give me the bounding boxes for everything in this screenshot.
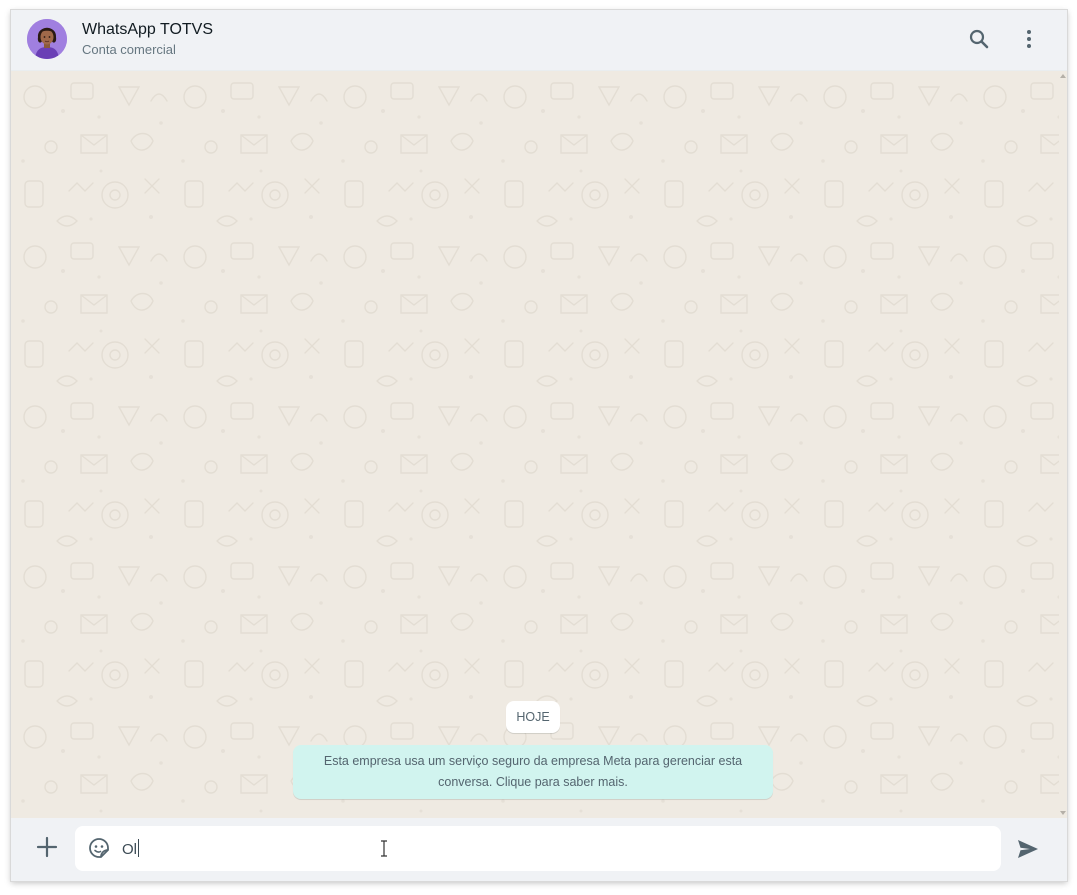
mouse-ibeam-cursor-icon (381, 840, 387, 857)
menu-dots-icon[interactable] (1017, 27, 1041, 51)
message-composer: Ol (11, 818, 1067, 881)
contact-status: Conta comercial (82, 42, 176, 57)
sticker-icon[interactable] (87, 836, 111, 860)
conversation-panel[interactable]: HOJE Esta empresa usa um serviço seguro … (11, 71, 1067, 818)
send-icon[interactable] (1016, 837, 1040, 861)
message-input-box[interactable]: Ol (75, 826, 1001, 871)
message-input-field[interactable]: Ol (122, 839, 139, 858)
text-caret (138, 839, 139, 857)
attach-plus-icon[interactable] (35, 835, 59, 859)
scroll-up-arrow-icon[interactable] (1060, 74, 1066, 78)
message-input-value: Ol (122, 841, 137, 858)
contact-name[interactable]: WhatsApp TOTVS (82, 21, 213, 39)
chat-scrollbar[interactable] (1059, 71, 1067, 818)
business-encryption-notice[interactable]: Esta empresa usa um serviço seguro da em… (293, 745, 773, 799)
contact-avatar[interactable] (27, 19, 67, 59)
chat-header: WhatsApp TOTVS Conta comercial (11, 10, 1067, 71)
date-divider-chip: HOJE (506, 701, 560, 733)
whatsapp-chat-window: WhatsApp TOTVS Conta comercial HOJE Esta… (11, 10, 1067, 881)
scroll-down-arrow-icon[interactable] (1060, 811, 1066, 815)
search-icon[interactable] (967, 27, 991, 51)
